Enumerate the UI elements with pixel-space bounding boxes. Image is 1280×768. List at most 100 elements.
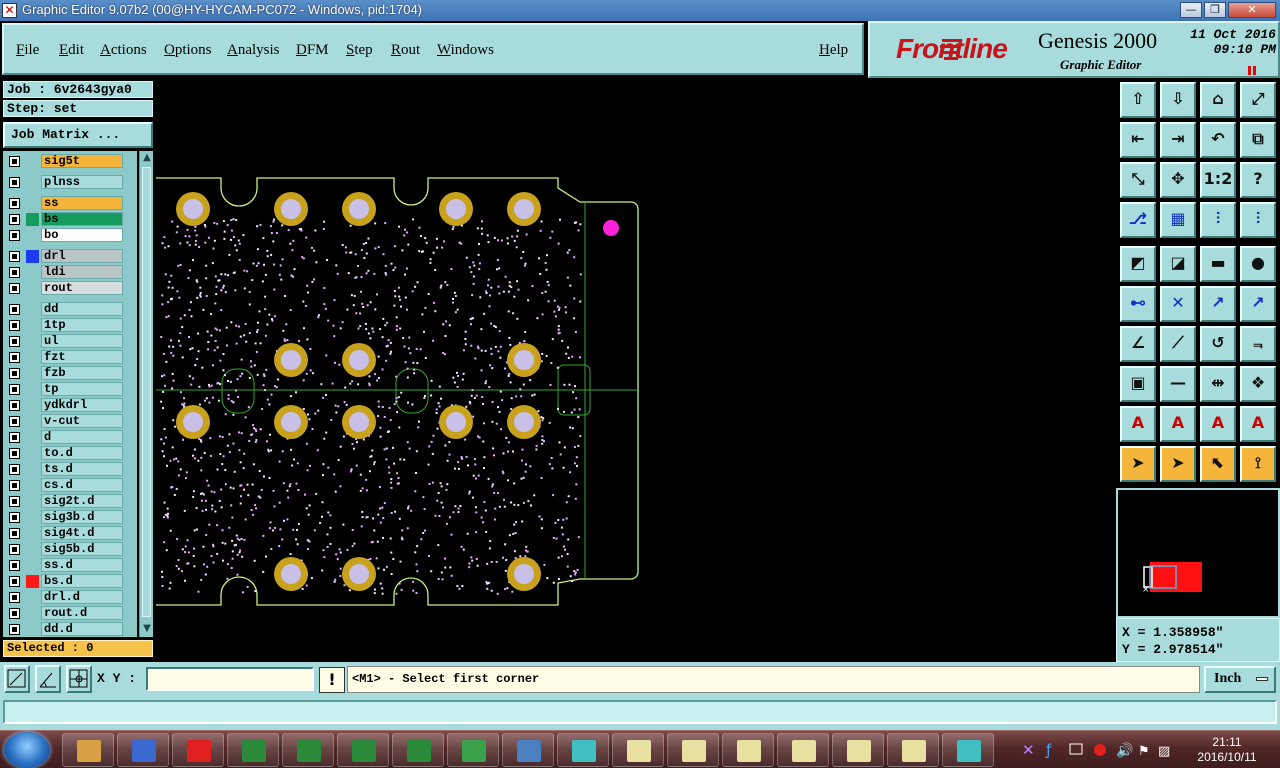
layer-row[interactable]: ul <box>3 334 137 348</box>
layer-checkbox[interactable] <box>9 464 20 475</box>
graphics-canvas[interactable] <box>156 78 1116 664</box>
layer-row[interactable]: drl.d <box>3 590 137 604</box>
zoom-window-tool[interactable]: ⤢ <box>1240 82 1276 118</box>
layer-row[interactable]: ydkdrl <box>3 398 137 412</box>
layer-row[interactable]: to.d <box>3 446 137 460</box>
layer-name[interactable]: plnss <box>41 175 123 189</box>
layer-name[interactable]: sig4t.d <box>41 526 123 540</box>
layer-row[interactable]: dd <box>3 302 137 316</box>
line-tool-tool[interactable]: ⟋ <box>1160 326 1196 362</box>
menu-dfm[interactable]: DFM <box>296 42 329 59</box>
select-path-tool[interactable]: ⟟ <box>1240 446 1276 482</box>
layer-row[interactable]: fzt <box>3 350 137 364</box>
layer-checkbox[interactable] <box>9 560 20 571</box>
layer-row[interactable]: tp <box>3 382 137 396</box>
layer-name[interactable]: fzb <box>41 366 123 380</box>
layer-row[interactable]: drl <box>3 249 137 263</box>
circle-pad-tool[interactable]: ● <box>1240 246 1276 282</box>
arc-node-tool[interactable]: ↗ <box>1240 286 1276 322</box>
layer-checkbox[interactable] <box>9 432 20 443</box>
taskbar-clock[interactable]: 21:11 2016/10/11 <box>1180 733 1274 767</box>
arc-tool-tool[interactable]: ↺ <box>1200 326 1236 362</box>
taskbar-button[interactable] <box>62 733 114 767</box>
layer-checkbox[interactable] <box>9 608 20 619</box>
layer-name[interactable]: sig5b.d <box>41 542 123 556</box>
taskbar-button[interactable] <box>832 733 884 767</box>
grid-tool-tool[interactable]: ▦ <box>1160 202 1196 238</box>
layer-row[interactable]: ldi <box>3 265 137 279</box>
layer-row[interactable]: d <box>3 430 137 444</box>
connect-tool[interactable]: ⊷ <box>1120 286 1156 322</box>
snap-tool-tool[interactable]: ⎇ <box>1120 202 1156 238</box>
net-tool[interactable]: ⫶ <box>1200 202 1236 238</box>
net-select-tool[interactable]: ⫶ <box>1240 202 1276 238</box>
layer-checkbox[interactable] <box>9 320 20 331</box>
layer-row[interactable]: sig5t <box>3 154 137 168</box>
layer-row[interactable]: dd.d <box>3 622 137 636</box>
layer-checkbox[interactable] <box>9 267 20 278</box>
query-tool[interactable]: ? <box>1240 162 1276 198</box>
layer-checkbox[interactable] <box>9 512 20 523</box>
layer-name[interactable]: drl <box>41 249 123 263</box>
layer-row[interactable]: ss <box>3 196 137 210</box>
layer-checkbox[interactable] <box>9 251 20 262</box>
minimize-button[interactable]: — <box>1180 2 1202 18</box>
menu-analysis[interactable]: Analysis <box>227 42 280 59</box>
pad-add-tool[interactable]: ◩ <box>1120 246 1156 282</box>
layer-name[interactable]: dd.d <box>41 622 123 636</box>
home-tool[interactable]: ⌂ <box>1200 82 1236 118</box>
close-button[interactable]: ✕ <box>1228 2 1276 18</box>
layer-row[interactable]: v-cut <box>3 414 137 428</box>
scroll-up-icon[interactable]: ▲ <box>141 152 153 164</box>
pan-right-tool[interactable]: ⇥ <box>1160 122 1196 158</box>
layer-checkbox[interactable] <box>9 448 20 459</box>
layer-name[interactable]: drl.d <box>41 590 123 604</box>
layer-checkbox[interactable] <box>9 336 20 347</box>
layer-name[interactable]: sig5t <box>41 154 123 168</box>
layer-row[interactable]: ss.d <box>3 558 137 572</box>
layer-row[interactable]: sig3b.d <box>3 510 137 524</box>
zoom-fit-tool[interactable]: ⤡ <box>1120 162 1156 198</box>
layer-checkbox[interactable] <box>9 156 20 167</box>
dimension-tool[interactable]: ⇹ <box>1200 366 1236 402</box>
taskbar-button[interactable] <box>117 733 169 767</box>
layer-row[interactable]: sig5b.d <box>3 542 137 556</box>
taskbar-button[interactable] <box>722 733 774 767</box>
scroll-thumb[interactable] <box>142 167 151 617</box>
layer-row[interactable]: rout.d <box>3 606 137 620</box>
layer-row[interactable]: ts.d <box>3 462 137 476</box>
taskbar-button[interactable] <box>612 733 664 767</box>
layer-checkbox[interactable] <box>9 416 20 427</box>
layer-row[interactable]: bs <box>3 212 137 226</box>
layer-name[interactable]: sig2t.d <box>41 494 123 508</box>
layer-checkbox[interactable] <box>9 368 20 379</box>
taskbar-button[interactable] <box>667 733 719 767</box>
layer-checkbox[interactable] <box>9 592 20 603</box>
text-tool-tool[interactable]: ⫬ <box>1240 326 1276 362</box>
xy-input[interactable] <box>146 667 314 691</box>
overview-map[interactable]: × <box>1116 488 1280 618</box>
layer-name[interactable]: bo <box>41 228 123 242</box>
layer-row[interactable]: bo <box>3 228 137 242</box>
layer-checkbox[interactable] <box>9 304 20 315</box>
angle-button[interactable] <box>35 665 61 693</box>
taskbar-button[interactable] <box>942 733 994 767</box>
alert-button[interactable]: ! <box>319 667 345 693</box>
menu-edit[interactable]: Edit <box>59 42 84 59</box>
taskbar-button[interactable] <box>887 733 939 767</box>
layer-row[interactable]: sig2t.d <box>3 494 137 508</box>
start-button[interactable] <box>4 732 50 768</box>
layer-name[interactable]: ss <box>41 196 123 210</box>
layer-row[interactable]: fzb <box>3 366 137 380</box>
menu-rout[interactable]: Rout <box>391 42 420 59</box>
cross-tool[interactable]: ✕ <box>1160 286 1196 322</box>
select-arrow-tool[interactable]: ➤ <box>1120 446 1156 482</box>
layer-name[interactable]: ul <box>41 334 123 348</box>
layer-name[interactable]: dd <box>41 302 123 316</box>
layer-row[interactable]: 1tp <box>3 318 137 332</box>
layer-checkbox[interactable] <box>9 400 20 411</box>
text-a-tool[interactable]: A <box>1120 406 1156 442</box>
menu-step[interactable]: Step <box>346 42 373 59</box>
layer-name[interactable]: cs.d <box>41 478 123 492</box>
taskbar-button[interactable] <box>777 733 829 767</box>
